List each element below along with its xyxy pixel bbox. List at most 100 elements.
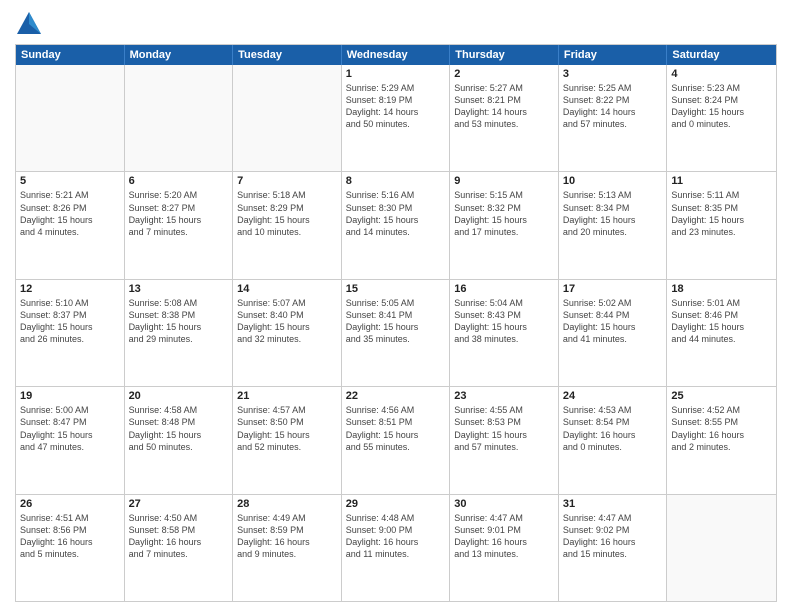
calendar-cell: 13Sunrise: 5:08 AMSunset: 8:38 PMDayligh…	[125, 280, 234, 386]
cell-info-line: Sunrise: 5:00 AM	[20, 404, 120, 416]
cell-info-line: and 15 minutes.	[563, 548, 663, 560]
cell-info-line: Sunrise: 5:05 AM	[346, 297, 446, 309]
cell-info-line: and 9 minutes.	[237, 548, 337, 560]
cell-info-line: Sunrise: 4:51 AM	[20, 512, 120, 524]
cell-info-line: Sunrise: 4:55 AM	[454, 404, 554, 416]
cell-info-line: and 50 minutes.	[346, 118, 446, 130]
day-number: 11	[671, 175, 772, 187]
cell-info-line: and 10 minutes.	[237, 226, 337, 238]
cell-info-line: Sunrise: 4:50 AM	[129, 512, 229, 524]
cell-info-line: Sunset: 8:44 PM	[563, 309, 663, 321]
cell-info-line: Daylight: 14 hours	[454, 106, 554, 118]
calendar-header: SundayMondayTuesdayWednesdayThursdayFrid…	[16, 45, 776, 65]
calendar-cell: 25Sunrise: 4:52 AMSunset: 8:55 PMDayligh…	[667, 387, 776, 493]
day-number: 10	[563, 175, 663, 187]
cell-info-line: Daylight: 15 hours	[454, 321, 554, 333]
cell-info-line: and 17 minutes.	[454, 226, 554, 238]
cell-info-line: and 29 minutes.	[129, 333, 229, 345]
day-number: 6	[129, 175, 229, 187]
cell-info-line: Sunset: 8:30 PM	[346, 202, 446, 214]
calendar-row-2: 5Sunrise: 5:21 AMSunset: 8:26 PMDaylight…	[16, 171, 776, 278]
cell-info-line: Daylight: 15 hours	[671, 106, 772, 118]
cell-info-line: Sunrise: 5:23 AM	[671, 82, 772, 94]
calendar-cell: 18Sunrise: 5:01 AMSunset: 8:46 PMDayligh…	[667, 280, 776, 386]
cell-info-line: Sunrise: 4:58 AM	[129, 404, 229, 416]
cell-info-line: Sunset: 8:54 PM	[563, 416, 663, 428]
cell-info-line: Sunset: 8:50 PM	[237, 416, 337, 428]
cell-info-line: Sunrise: 5:29 AM	[346, 82, 446, 94]
calendar-cell: 2Sunrise: 5:27 AMSunset: 8:21 PMDaylight…	[450, 65, 559, 171]
cell-info-line: Sunset: 8:51 PM	[346, 416, 446, 428]
cell-info-line: and 35 minutes.	[346, 333, 446, 345]
calendar-cell	[16, 65, 125, 171]
cell-info-line: and 38 minutes.	[454, 333, 554, 345]
cell-info-line: and 7 minutes.	[129, 226, 229, 238]
day-number: 14	[237, 283, 337, 295]
cell-info-line: Sunrise: 5:20 AM	[129, 189, 229, 201]
calendar-cell: 23Sunrise: 4:55 AMSunset: 8:53 PMDayligh…	[450, 387, 559, 493]
cell-info-line: and 4 minutes.	[20, 226, 120, 238]
cell-info-line: Daylight: 15 hours	[454, 429, 554, 441]
cell-info-line: Daylight: 15 hours	[671, 214, 772, 226]
cell-info-line: and 13 minutes.	[454, 548, 554, 560]
cell-info-line: Sunset: 8:38 PM	[129, 309, 229, 321]
cell-info-line: and 47 minutes.	[20, 441, 120, 453]
cell-info-line: and 32 minutes.	[237, 333, 337, 345]
calendar-cell: 27Sunrise: 4:50 AMSunset: 8:58 PMDayligh…	[125, 495, 234, 601]
cell-info-line: Sunrise: 5:07 AM	[237, 297, 337, 309]
calendar-cell: 26Sunrise: 4:51 AMSunset: 8:56 PMDayligh…	[16, 495, 125, 601]
cell-info-line: Sunset: 9:00 PM	[346, 524, 446, 536]
day-number: 16	[454, 283, 554, 295]
calendar-cell: 9Sunrise: 5:15 AMSunset: 8:32 PMDaylight…	[450, 172, 559, 278]
calendar-cell: 20Sunrise: 4:58 AMSunset: 8:48 PMDayligh…	[125, 387, 234, 493]
cell-info-line: Daylight: 15 hours	[454, 214, 554, 226]
header-day-monday: Monday	[125, 45, 234, 65]
calendar-cell: 8Sunrise: 5:16 AMSunset: 8:30 PMDaylight…	[342, 172, 451, 278]
calendar-cell	[125, 65, 234, 171]
cell-info-line: Daylight: 15 hours	[20, 429, 120, 441]
cell-info-line: Sunset: 8:58 PM	[129, 524, 229, 536]
header-day-thursday: Thursday	[450, 45, 559, 65]
calendar-cell: 28Sunrise: 4:49 AMSunset: 8:59 PMDayligh…	[233, 495, 342, 601]
day-number: 26	[20, 498, 120, 510]
cell-info-line: Sunrise: 5:21 AM	[20, 189, 120, 201]
page: SundayMondayTuesdayWednesdayThursdayFrid…	[0, 0, 792, 612]
cell-info-line: Sunset: 8:43 PM	[454, 309, 554, 321]
calendar-row-3: 12Sunrise: 5:10 AMSunset: 8:37 PMDayligh…	[16, 279, 776, 386]
day-number: 5	[20, 175, 120, 187]
cell-info-line: Sunrise: 5:10 AM	[20, 297, 120, 309]
cell-info-line: Sunset: 8:26 PM	[20, 202, 120, 214]
cell-info-line: Sunset: 8:22 PM	[563, 94, 663, 106]
cell-info-line: and 53 minutes.	[454, 118, 554, 130]
cell-info-line: Sunset: 8:32 PM	[454, 202, 554, 214]
cell-info-line: Daylight: 16 hours	[563, 429, 663, 441]
calendar-cell: 4Sunrise: 5:23 AMSunset: 8:24 PMDaylight…	[667, 65, 776, 171]
cell-info-line: Sunrise: 4:52 AM	[671, 404, 772, 416]
cell-info-line: Daylight: 15 hours	[20, 214, 120, 226]
day-number: 24	[563, 390, 663, 402]
calendar-cell: 11Sunrise: 5:11 AMSunset: 8:35 PMDayligh…	[667, 172, 776, 278]
cell-info-line: Sunrise: 5:04 AM	[454, 297, 554, 309]
cell-info-line: Sunset: 9:01 PM	[454, 524, 554, 536]
header	[15, 10, 777, 38]
cell-info-line: Sunset: 8:27 PM	[129, 202, 229, 214]
day-number: 17	[563, 283, 663, 295]
day-number: 1	[346, 68, 446, 80]
calendar-row-1: 1Sunrise: 5:29 AMSunset: 8:19 PMDaylight…	[16, 65, 776, 171]
cell-info-line: Sunset: 8:46 PM	[671, 309, 772, 321]
cell-info-line: Daylight: 15 hours	[346, 214, 446, 226]
cell-info-line: Sunset: 8:47 PM	[20, 416, 120, 428]
calendar-cell: 10Sunrise: 5:13 AMSunset: 8:34 PMDayligh…	[559, 172, 668, 278]
day-number: 18	[671, 283, 772, 295]
calendar-row-4: 19Sunrise: 5:00 AMSunset: 8:47 PMDayligh…	[16, 386, 776, 493]
header-day-sunday: Sunday	[16, 45, 125, 65]
calendar-cell: 1Sunrise: 5:29 AMSunset: 8:19 PMDaylight…	[342, 65, 451, 171]
cell-info-line: Sunset: 8:24 PM	[671, 94, 772, 106]
day-number: 9	[454, 175, 554, 187]
cell-info-line: Sunrise: 4:47 AM	[454, 512, 554, 524]
cell-info-line: and 2 minutes.	[671, 441, 772, 453]
cell-info-line: Sunset: 8:55 PM	[671, 416, 772, 428]
day-number: 25	[671, 390, 772, 402]
day-number: 15	[346, 283, 446, 295]
cell-info-line: Sunrise: 5:13 AM	[563, 189, 663, 201]
